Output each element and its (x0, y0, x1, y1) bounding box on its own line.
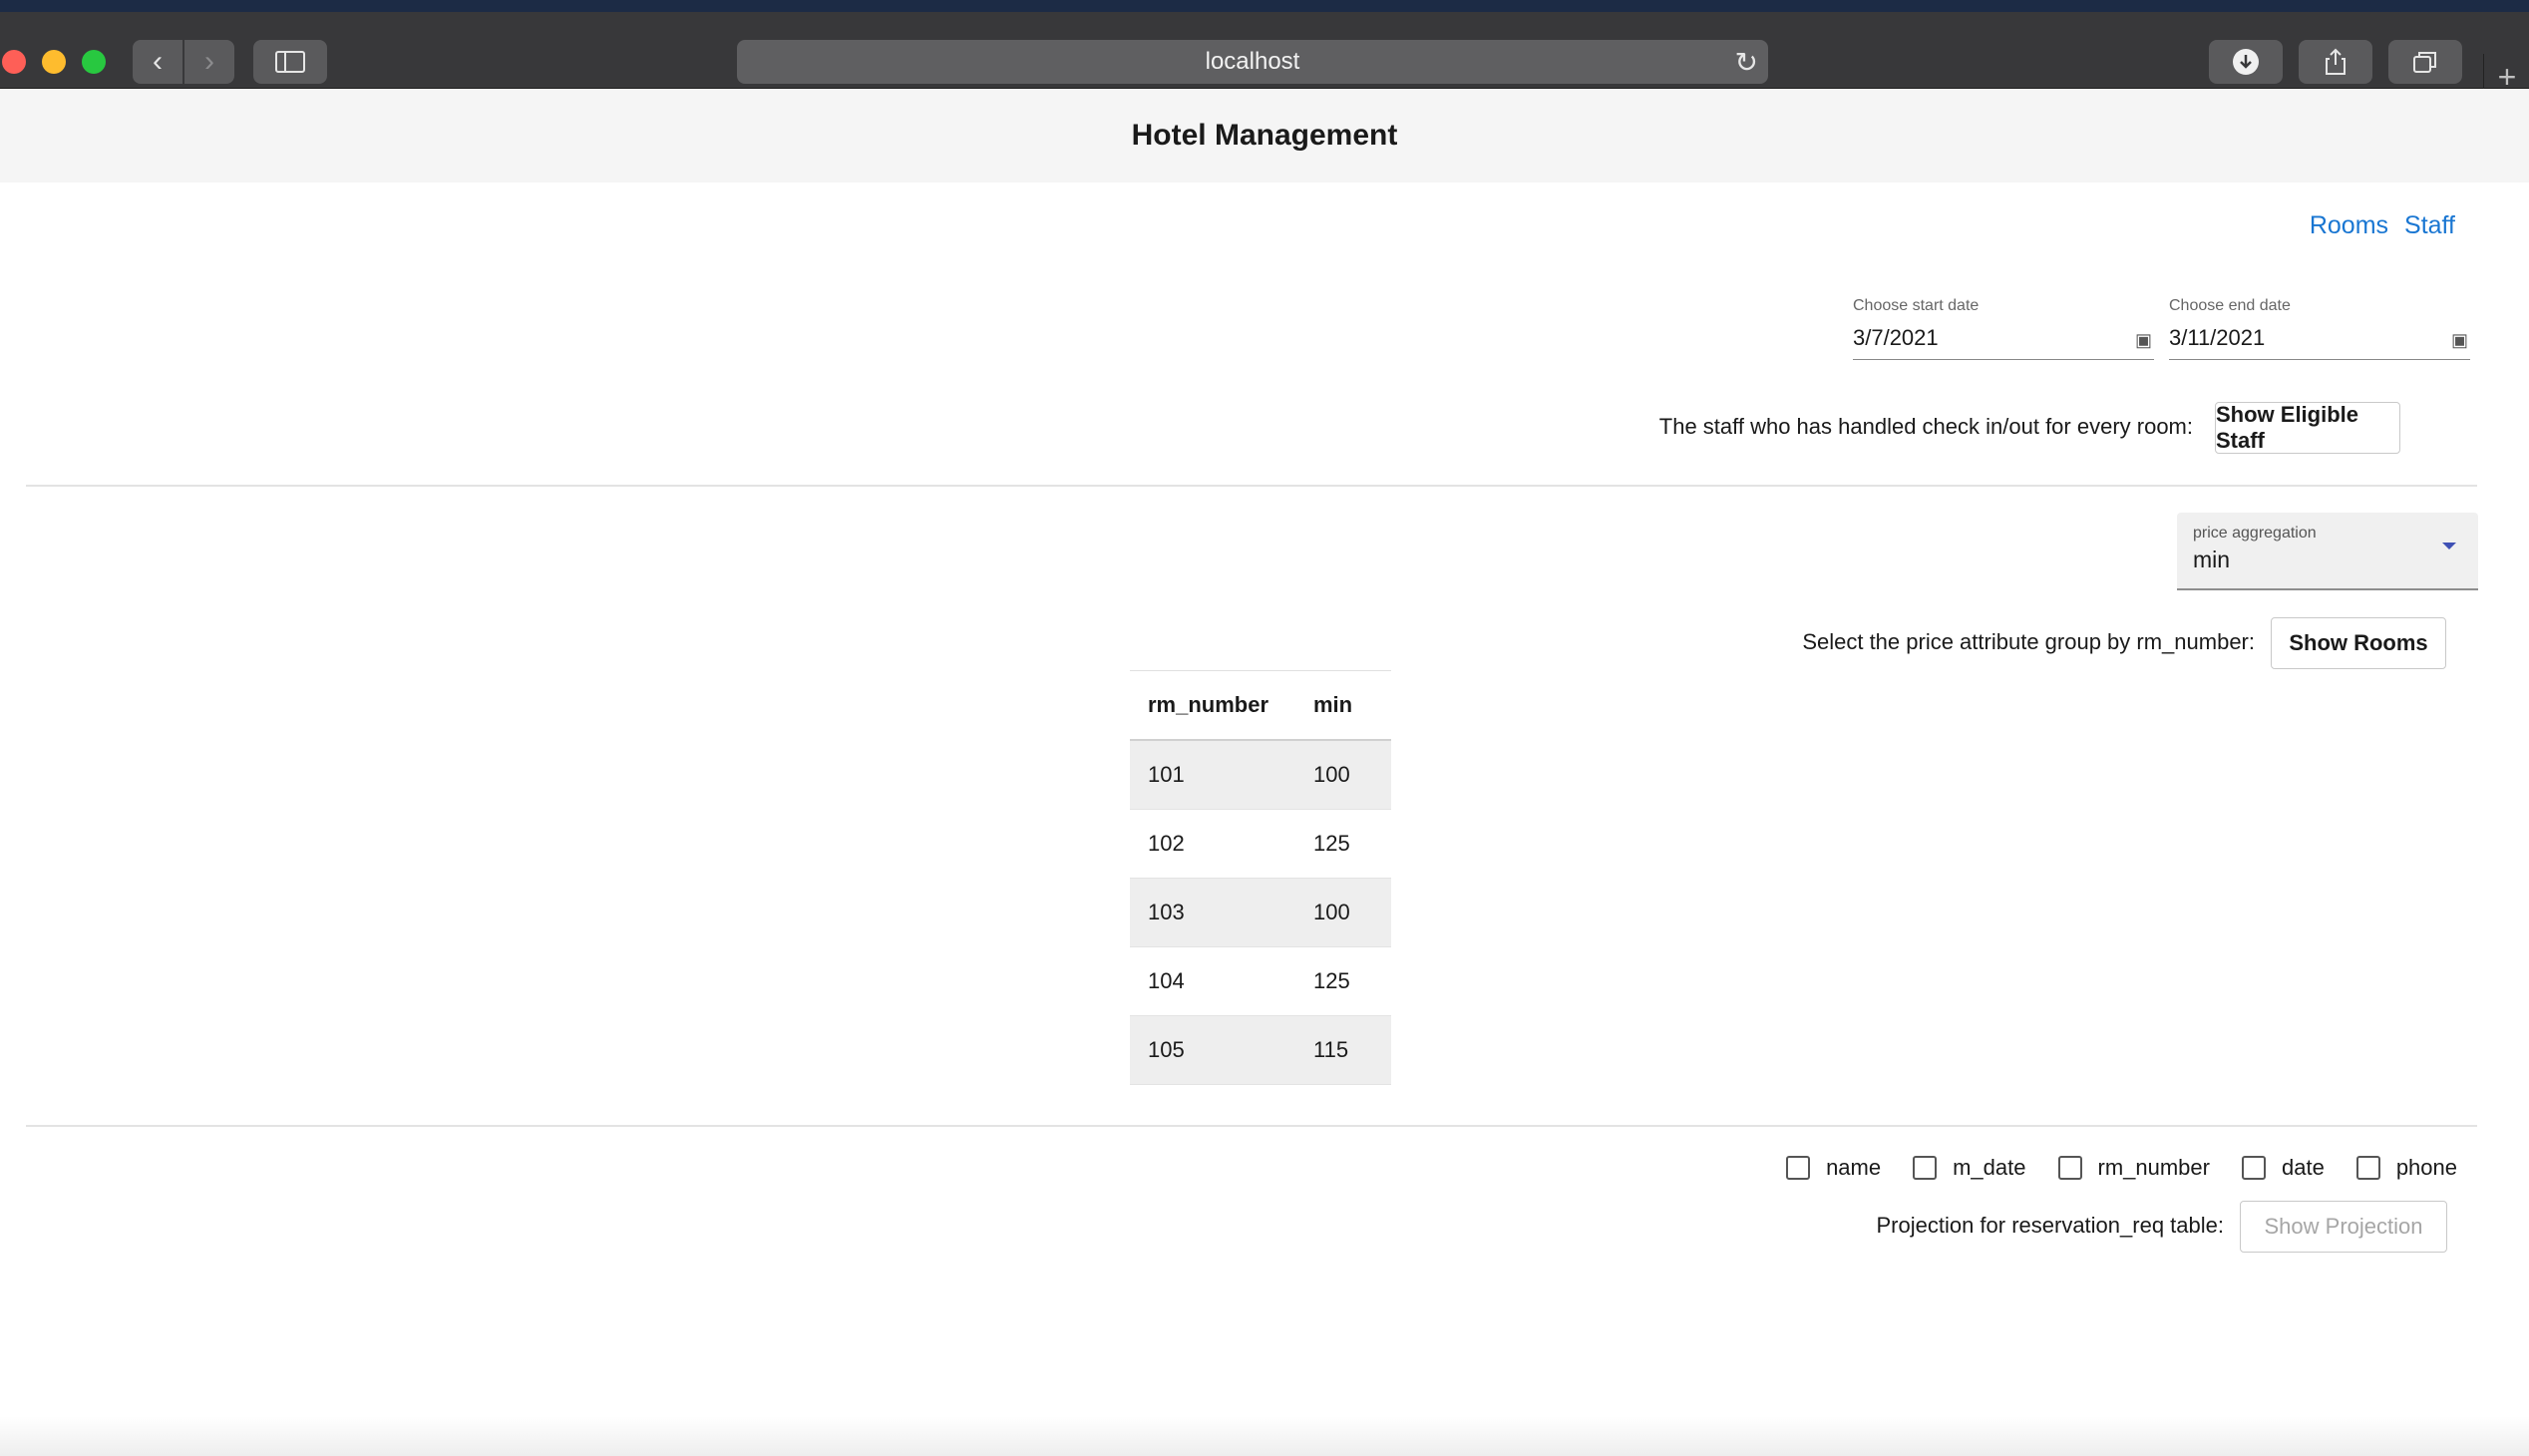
checkbox[interactable] (2057, 1156, 2082, 1180)
price-query-label: Select the price attribute group by rm_n… (1802, 629, 2255, 654)
end-date-field[interactable]: Choose end date 3/11/2021 ▣ (2169, 297, 2470, 360)
table-cell: 101 (1130, 740, 1295, 810)
table-cell: 103 (1130, 878, 1295, 947)
show-projection-button[interactable]: Show Projection (2240, 1201, 2447, 1253)
table-cell: 125 (1295, 809, 1391, 879)
start-date-label: Choose start date (1853, 297, 1980, 314)
app-header: Hotel Management (0, 89, 2529, 182)
checkbox-name[interactable]: name (1786, 1155, 1881, 1181)
checkbox-label: date (2281, 1155, 2325, 1180)
url-text: localhost (1205, 48, 1300, 75)
end-date-input[interactable]: 3/11/2021 ▣ (2169, 323, 2470, 360)
checkbox[interactable] (2241, 1156, 2266, 1180)
price-aggregation-select[interactable]: price aggregation min (2177, 513, 2478, 590)
projection-checkbox-group: name m_date rm_number date phone (1786, 1155, 2457, 1181)
page-title: Hotel Management (1131, 119, 1398, 152)
checkbox-rm-number[interactable]: rm_number (2057, 1155, 2210, 1181)
back-button[interactable]: ‹ (133, 40, 182, 84)
minimize-window-button[interactable] (42, 50, 66, 74)
calendar-icon[interactable]: ▣ (2451, 325, 2468, 355)
column-header: min (1295, 670, 1391, 741)
table-cell: 104 (1130, 946, 1295, 1016)
page-bottom-shadow (0, 1416, 2529, 1456)
calendar-icon[interactable]: ▣ (2135, 325, 2152, 355)
price-aggregation-value: min (2193, 546, 2231, 572)
sidebar-icon (275, 51, 305, 73)
table-cell: 115 (1295, 1015, 1391, 1085)
close-window-button[interactable] (2, 50, 26, 74)
tab-overview-button[interactable] (2388, 40, 2462, 84)
zoom-window-button[interactable] (82, 50, 106, 74)
end-date-value: 3/11/2021 (2169, 325, 2266, 350)
download-icon (2233, 49, 2259, 75)
table-row: 105 115 (1130, 1015, 1391, 1085)
address-bar[interactable]: localhost ↻ (737, 40, 1768, 84)
table-header-row: rm_number min (1130, 670, 1391, 741)
section-divider (26, 485, 2477, 487)
start-date-field[interactable]: Choose start date 3/7/2021 ▣ (1853, 297, 2154, 360)
table-cell: 105 (1130, 1015, 1295, 1085)
checkbox[interactable] (2355, 1156, 2380, 1180)
table-cell: 100 (1295, 878, 1391, 947)
tabs-overview-icon (2413, 52, 2436, 73)
forward-button[interactable]: › (184, 40, 234, 84)
checkbox-label: m_date (1953, 1155, 2026, 1180)
chevron-right-icon: › (204, 45, 214, 78)
table-cell: 102 (1130, 809, 1295, 879)
projection-query-label: Projection for reservation_req table: (1876, 1213, 2224, 1238)
section-divider (26, 1125, 2477, 1127)
browser-toolbar: ‹ › localhost ↻ + (0, 12, 2529, 100)
table-row: 104 125 (1130, 946, 1391, 1016)
checkbox-date[interactable]: date (2241, 1155, 2325, 1181)
downloads-button[interactable] (2209, 40, 2283, 84)
top-nav: Rooms Staff (2310, 211, 2455, 240)
start-date-value: 3/7/2021 (1853, 325, 1939, 350)
show-eligible-staff-button[interactable]: Show Eligible Staff (2215, 402, 2400, 454)
checkbox-label: phone (2395, 1155, 2457, 1180)
table-row: 101 100 (1130, 740, 1391, 810)
dropdown-arrow-icon (2442, 543, 2456, 549)
checkbox-label: rm_number (2097, 1155, 2210, 1180)
nav-link-staff[interactable]: Staff (2404, 211, 2455, 240)
table-row: 102 125 (1130, 809, 1391, 879)
table-cell: 125 (1295, 946, 1391, 1016)
checkbox-m-date[interactable]: m_date (1913, 1155, 2026, 1181)
staff-query-label: The staff who has handled check in/out f… (1658, 414, 2193, 439)
price-aggregation-label: price aggregation (2193, 525, 2317, 542)
rooms-result-table: rm_number min 101 100 102 125 103 100 10… (1130, 670, 1391, 1085)
table-cell: 100 (1295, 740, 1391, 810)
column-header: rm_number (1130, 670, 1295, 741)
share-icon (2326, 48, 2346, 75)
end-date-label: Choose end date (2169, 297, 2291, 314)
checkbox[interactable] (1913, 1156, 1938, 1180)
table-row: 103 100 (1130, 878, 1391, 947)
checkbox-label: name (1826, 1155, 1882, 1180)
nav-link-rooms[interactable]: Rooms (2310, 211, 2388, 240)
show-rooms-button[interactable]: Show Rooms (2271, 617, 2446, 669)
chevron-left-icon: ‹ (153, 45, 163, 78)
sidebar-toggle-button[interactable] (253, 40, 327, 84)
os-menu-bar (0, 0, 2529, 12)
checkbox[interactable] (1786, 1156, 1811, 1180)
share-button[interactable] (2299, 40, 2372, 84)
start-date-input[interactable]: 3/7/2021 ▣ (1853, 323, 2154, 360)
checkbox-phone[interactable]: phone (2355, 1155, 2457, 1181)
reload-icon[interactable]: ↻ (1735, 46, 1758, 79)
